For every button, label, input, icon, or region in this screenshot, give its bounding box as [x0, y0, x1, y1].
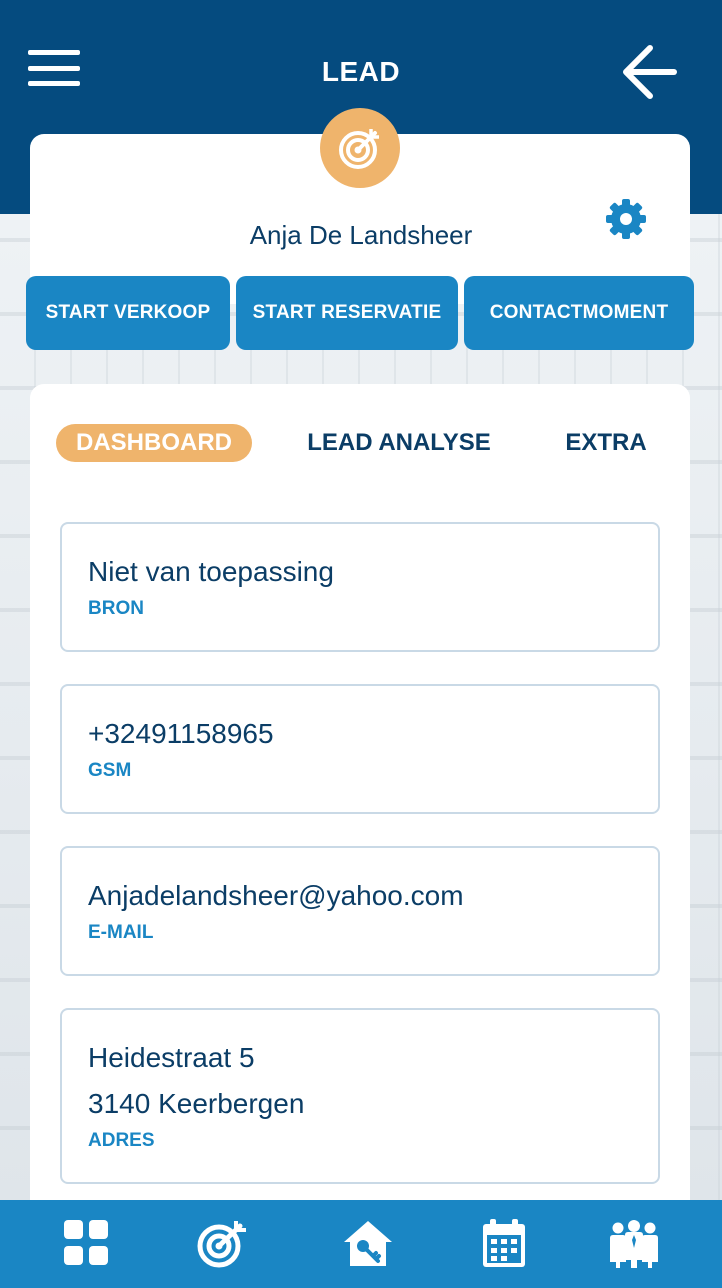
- gsm-field[interactable]: +32491158965 GSM: [60, 684, 660, 814]
- page-title: LEAD: [321, 56, 401, 87]
- calendar-icon[interactable]: [476, 1218, 532, 1270]
- people-icon[interactable]: [606, 1218, 662, 1270]
- tab-dashboard[interactable]: DASHBOARD: [56, 424, 252, 462]
- bron-value: Niet van toepassing: [88, 556, 334, 587]
- tab-extra[interactable]: EXTRA: [556, 424, 656, 462]
- gsm-value[interactable]: +32491158965: [88, 718, 274, 750]
- email-field[interactable]: Anjadelandsheer@yahoo.com E-MAIL: [60, 846, 660, 976]
- gsm-label: GSM: [88, 760, 132, 781]
- adres-line1: Heidestraat 5: [88, 1042, 255, 1073]
- email-value[interactable]: Anjadelandsheer@yahoo.com: [88, 880, 464, 912]
- target-icon: [339, 129, 379, 169]
- bron-field: Niet van toepassing BRON: [60, 522, 660, 652]
- target-icon[interactable]: [194, 1218, 250, 1270]
- start-reservatie-button[interactable]: START RESERVATIE: [236, 276, 458, 350]
- adres-field[interactable]: Heidestraat 5 3140 Keerbergen ADRES: [60, 1008, 660, 1184]
- bron-label: BRON: [88, 598, 144, 619]
- tab-lead-analyse[interactable]: LEAD ANALYSE: [300, 424, 498, 462]
- grid-icon[interactable]: [58, 1218, 114, 1270]
- start-verkoop-button[interactable]: START VERKOOP: [26, 276, 230, 350]
- lead-avatar: [320, 108, 400, 188]
- adres-line2: 3140 Keerbergen: [88, 1088, 305, 1119]
- gear-icon[interactable]: [604, 197, 648, 241]
- contactmoment-button[interactable]: CONTACTMOMENT: [464, 276, 694, 350]
- adres-label: ADRES: [88, 1130, 155, 1151]
- arrow-left-icon[interactable]: [620, 44, 678, 100]
- email-label: E-MAIL: [88, 922, 154, 943]
- house-key-icon[interactable]: [340, 1218, 396, 1270]
